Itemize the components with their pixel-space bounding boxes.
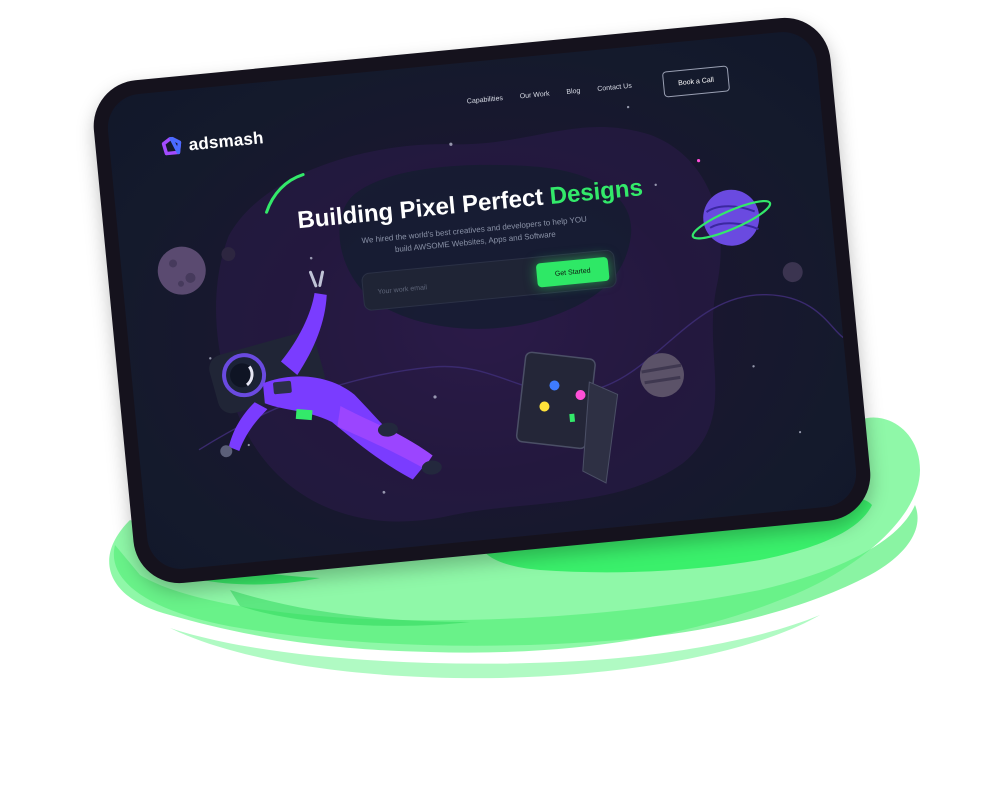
email-input[interactable] — [374, 270, 520, 301]
rocky-planet-icon — [157, 246, 206, 295]
website-screen: adsmash Capabilities Our Work Blog Conta… — [104, 28, 860, 573]
adsmash-logo-icon — [161, 136, 182, 156]
space-illustration — [157, 105, 844, 522]
stage: adsmash Capabilities Our Work Blog Conta… — [0, 0, 985, 790]
tablet-device: adsmash Capabilities Our Work Blog Conta… — [89, 13, 875, 588]
nav-blog[interactable]: Blog — [566, 88, 581, 96]
get-started-button[interactable]: Get Started — [535, 256, 610, 288]
